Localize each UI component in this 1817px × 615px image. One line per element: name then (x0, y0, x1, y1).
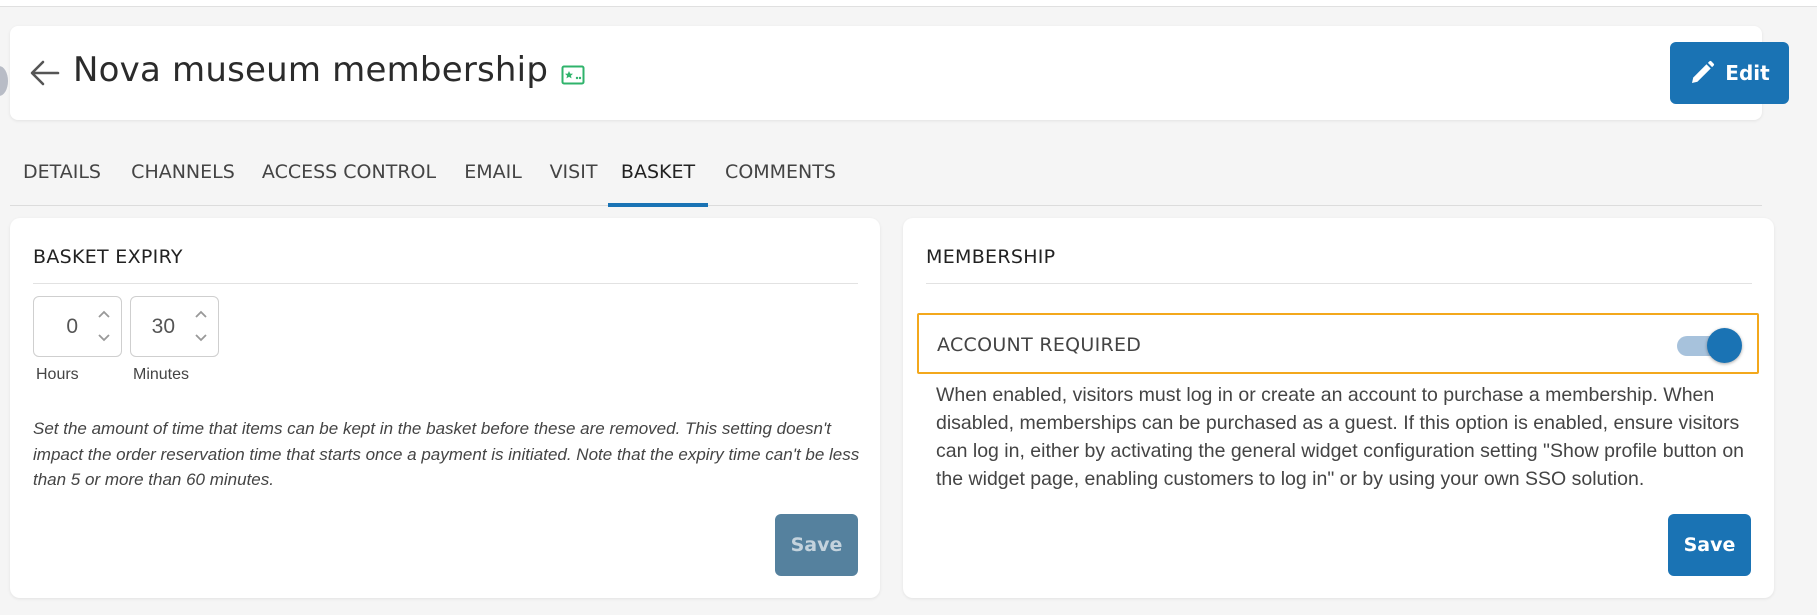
tab-channels[interactable]: CHANNELS (125, 150, 241, 206)
basket-expiry-save-button[interactable]: Save (775, 514, 858, 576)
toggle-thumb (1707, 328, 1742, 363)
page-header: Nova museum membership Edit (10, 26, 1789, 120)
membership-title: MEMBERSHIP (926, 246, 1056, 268)
account-required-description: When enabled, visitors must log in or cr… (936, 384, 1745, 490)
tab-visit[interactable]: VISIT (545, 150, 602, 206)
edit-button-label: Edit (1725, 61, 1770, 85)
account-required-toggle[interactable] (1677, 327, 1743, 363)
minutes-stepper[interactable]: 30 (130, 296, 219, 357)
page-title: Nova museum membership (73, 50, 549, 90)
tab-email[interactable]: EMAIL (462, 150, 524, 206)
back-button[interactable] (28, 56, 62, 90)
tab-basket[interactable]: BASKET (608, 150, 708, 207)
chevron-up-icon[interactable] (194, 309, 208, 319)
pencil-icon (1692, 60, 1715, 83)
tab-bar: DETAILS CHANNELS ACCESS CONTROL EMAIL VI… (10, 150, 1762, 207)
tab-details[interactable]: DETAILS (22, 150, 102, 206)
basket-expiry-card: BASKET EXPIRY 0 Hours 30 Minutes Set the… (10, 218, 880, 598)
minutes-stepper-arrows (194, 309, 208, 345)
arrow-left-icon (30, 60, 60, 86)
tab-comments[interactable]: COMMENTS (718, 150, 843, 206)
account-required-label: ACCOUNT REQUIRED (937, 334, 1142, 356)
hours-stepper[interactable]: 0 (33, 296, 122, 357)
chevron-up-icon[interactable] (97, 309, 111, 319)
minutes-input[interactable]: 30 (131, 297, 195, 356)
hours-stepper-arrows (97, 309, 111, 345)
side-panel-handle[interactable] (0, 66, 8, 96)
minutes-label: Minutes (133, 366, 190, 383)
account-required-row: ACCOUNT REQUIRED (917, 313, 1759, 374)
card-divider (926, 283, 1752, 284)
image-star-icon (561, 65, 585, 85)
basket-expiry-help-text: Set the amount of time that items can be… (33, 419, 860, 489)
hours-input[interactable]: 0 (34, 297, 98, 356)
membership-save-button[interactable]: Save (1668, 514, 1751, 576)
chevron-down-icon[interactable] (97, 333, 111, 343)
membership-card: MEMBERSHIP ACCOUNT REQUIRED When enabled… (903, 218, 1774, 598)
card-divider (33, 283, 858, 284)
window-top-edge (0, 0, 1817, 7)
edit-button[interactable]: Edit (1670, 42, 1789, 104)
hours-label: Hours (36, 366, 79, 383)
basket-expiry-title: BASKET EXPIRY (33, 246, 183, 268)
chevron-down-icon[interactable] (194, 333, 208, 343)
tab-access-control[interactable]: ACCESS CONTROL (258, 150, 440, 206)
